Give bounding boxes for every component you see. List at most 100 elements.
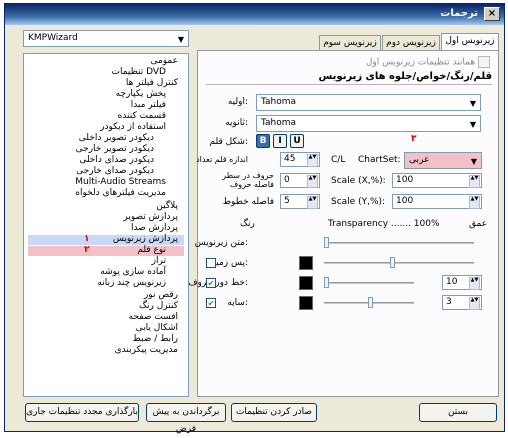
- secondary-font-dropdown[interactable]: Tahoma ▼: [256, 115, 481, 132]
- tree-item-font-type[interactable]: نوع قلم: [137, 245, 166, 255]
- tree-item-internal-video-decoder[interactable]: دیکودر تصویر داخلی: [79, 133, 154, 143]
- subtitle-settings-panel: همانند تنظیمات زیرنویس اول قلم/رنگ/خواص/…: [188, 50, 499, 397]
- text-transparency-thumb[interactable]: [324, 237, 329, 248]
- text-transparency-slider[interactable]: [324, 242, 474, 244]
- tree-item-interface-record[interactable]: رابط / ضبط: [132, 334, 178, 344]
- char-spacing-value: 0: [284, 175, 290, 185]
- tree-item-screen-offset[interactable]: افست صفحه: [129, 312, 178, 322]
- tree-item-splitter[interactable]: قسمت کننده: [118, 111, 166, 121]
- scale-y-value: 100: [396, 196, 414, 206]
- shadow-transparency-thumb[interactable]: [368, 297, 373, 308]
- font-size-label: اندازه قلم تعداد: [196, 155, 248, 164]
- underline-toggle[interactable]: U: [290, 134, 304, 148]
- outline-checkbox[interactable]: ✔: [206, 278, 216, 288]
- settings-tree[interactable]: عمومی تنظیمات DVD کنترل فیلتر ها پخش یکپ…: [23, 53, 189, 397]
- tree-item-multilang-subtitle[interactable]: زیرنویس چند زبانه: [97, 278, 166, 288]
- tree-item-external-video-decoder[interactable]: دیکودر تصویر خارجی: [76, 144, 154, 154]
- tree-item-external-audio-decoder[interactable]: دیکودر صدای خارجی: [76, 166, 154, 176]
- export-settings-button[interactable]: صادر کردن تنظیمات: [231, 403, 317, 422]
- spin-arrows-icon[interactable]: ▲▼: [469, 277, 480, 290]
- spin-arrows-icon[interactable]: ▲▼: [469, 297, 480, 310]
- title-bar: ترجمات ×: [5, 4, 504, 25]
- same-as-first-checkbox[interactable]: [478, 56, 490, 68]
- background-color-swatch[interactable]: [299, 256, 313, 270]
- background-transparency-slider[interactable]: [324, 262, 474, 264]
- window-title: ترجمات: [440, 8, 478, 19]
- outline-depth-stepper[interactable]: 10 ▲▼: [442, 275, 482, 290]
- tree-item-integrated-play[interactable]: پخش یکپارچه: [116, 89, 166, 99]
- spin-arrows-icon[interactable]: ▲▼: [307, 196, 318, 209]
- annotation-marker-3: ۳: [411, 134, 417, 144]
- depth-column-label: عمق: [469, 219, 488, 229]
- spin-arrows-icon[interactable]: ▲▼: [469, 196, 480, 209]
- preset-dropdown[interactable]: KMPWizard ▼: [23, 30, 189, 47]
- tree-item-subtitle-processing[interactable]: پردازش زیرنویس: [113, 234, 178, 244]
- chevron-down-icon: ▼: [469, 120, 476, 129]
- italic-toggle[interactable]: I: [273, 134, 287, 148]
- tree-item-color-control[interactable]: کنترل رنگ: [139, 301, 178, 311]
- tree-item-source-filter[interactable]: فیلتر مبدا: [131, 100, 166, 110]
- tree-item-alignment[interactable]: تراز: [152, 256, 166, 266]
- tree-item-debug[interactable]: اشکال یابی: [136, 323, 178, 333]
- section-heading: قلم/رنگ/خواص/جلوه های زیرنویس: [318, 71, 492, 82]
- scale-x-value: 100: [396, 175, 414, 185]
- annotation-marker-2: ۲: [84, 245, 90, 255]
- secondary-font-value: Tahoma: [261, 118, 297, 128]
- scale-y-stepper[interactable]: 100 ▲▼: [392, 194, 482, 209]
- tree-item-video-processing[interactable]: پردازش تصویر: [123, 212, 178, 222]
- tree-item-internal-audio-decoder[interactable]: دیکودر صدای داخلی: [79, 155, 154, 165]
- reload-settings-button[interactable]: بارگذاری مجدد تنظیمات جاری: [25, 403, 139, 422]
- scale-x-stepper[interactable]: 100 ▲▼: [392, 173, 482, 188]
- shadow-depth-value: 3: [446, 297, 452, 307]
- spin-arrows-icon[interactable]: ▲▼: [307, 175, 318, 188]
- tree-item-dvd[interactable]: تنظیمات DVD: [112, 67, 166, 77]
- secondary-font-label: ثانویه:: [225, 118, 248, 128]
- outline-transparency-thumb[interactable]: [324, 277, 329, 288]
- line-gap-label: فاصله خطوط: [222, 197, 274, 207]
- line-gap-stepper[interactable]: 5 ▲▼: [280, 194, 320, 209]
- tab-first-subtitle[interactable]: زیرنویس اول: [441, 33, 499, 50]
- outline-color-swatch[interactable]: [299, 276, 313, 290]
- tree-item-general[interactable]: عمومی: [150, 56, 178, 66]
- spin-arrows-icon[interactable]: ▲▼: [469, 175, 480, 188]
- tree-item-folder-prep[interactable]: آماده سازی پوشه: [100, 267, 166, 277]
- charset-dropdown[interactable]: عربی ▼: [404, 152, 482, 169]
- charset-label: ChartSet:: [358, 155, 401, 165]
- outline-transparency-slider[interactable]: [324, 282, 414, 284]
- char-spacing-stepper[interactable]: 0 ▲▼: [280, 173, 320, 188]
- shadow-color-swatch[interactable]: [299, 296, 313, 310]
- tree-item-multi-audio-streams[interactable]: Multi-Audio Streams: [75, 177, 166, 187]
- tree-item-use-decoder[interactable]: استفاده از دیکودر: [100, 122, 166, 132]
- settings-window: ترجمات × KMPWizard ▼ عمومی تنظیمات DVD ک…: [4, 3, 505, 434]
- tree-item-light-dance[interactable]: رقص نور: [144, 290, 178, 300]
- bold-toggle[interactable]: B: [256, 134, 270, 148]
- tree-item-filter-control[interactable]: کنترل فیلتر ها: [126, 78, 178, 88]
- scale-x-label: Scale (X,%):: [331, 176, 386, 186]
- outline-label: خط دور حروف:: [188, 278, 248, 288]
- subtitle-text-label: متن زیرنویس:: [194, 238, 248, 248]
- background-transparency-thumb[interactable]: [390, 257, 395, 268]
- close-button[interactable]: بستن: [419, 403, 497, 422]
- shadow-depth-stepper[interactable]: 3 ▲▼: [442, 295, 482, 310]
- shadow-checkbox[interactable]: ✔: [206, 298, 216, 308]
- cl-label: C/L: [331, 155, 346, 165]
- outline-depth-value: 10: [446, 277, 458, 287]
- heading-divider: [206, 84, 492, 85]
- primary-font-dropdown[interactable]: Tahoma ▼: [256, 94, 481, 111]
- tree-item-custom-filters[interactable]: مدیریت فیلترهای دلخواه: [75, 188, 166, 198]
- spin-arrows-icon[interactable]: ▲▼: [307, 154, 318, 167]
- tree-item-audio-processing[interactable]: پردازش صدا: [131, 223, 178, 233]
- tree-item-config-management[interactable]: مدیریت پیکربندی: [115, 345, 178, 355]
- preset-value: KMPWizard: [28, 33, 78, 43]
- scale-y-label: Scale (Y,%):: [331, 197, 386, 207]
- close-window-button[interactable]: ×: [484, 7, 500, 21]
- tab-second-subtitle[interactable]: زیرنویس دوم: [382, 35, 440, 50]
- background-checkbox[interactable]: [206, 258, 216, 268]
- font-size-stepper[interactable]: 45 ▲▼: [280, 152, 320, 167]
- tab-third-subtitle[interactable]: زیرنویس سوم: [319, 35, 381, 50]
- line-gap-value: 5: [284, 196, 290, 206]
- chevron-down-icon: ▼: [469, 99, 476, 108]
- reset-defaults-button[interactable]: برگرداندن به پیش فرض: [146, 403, 226, 434]
- tree-item-plugins[interactable]: پلاگین: [156, 201, 178, 211]
- same-as-first-option[interactable]: همانند تنظیمات زیرنویس اول: [366, 56, 490, 68]
